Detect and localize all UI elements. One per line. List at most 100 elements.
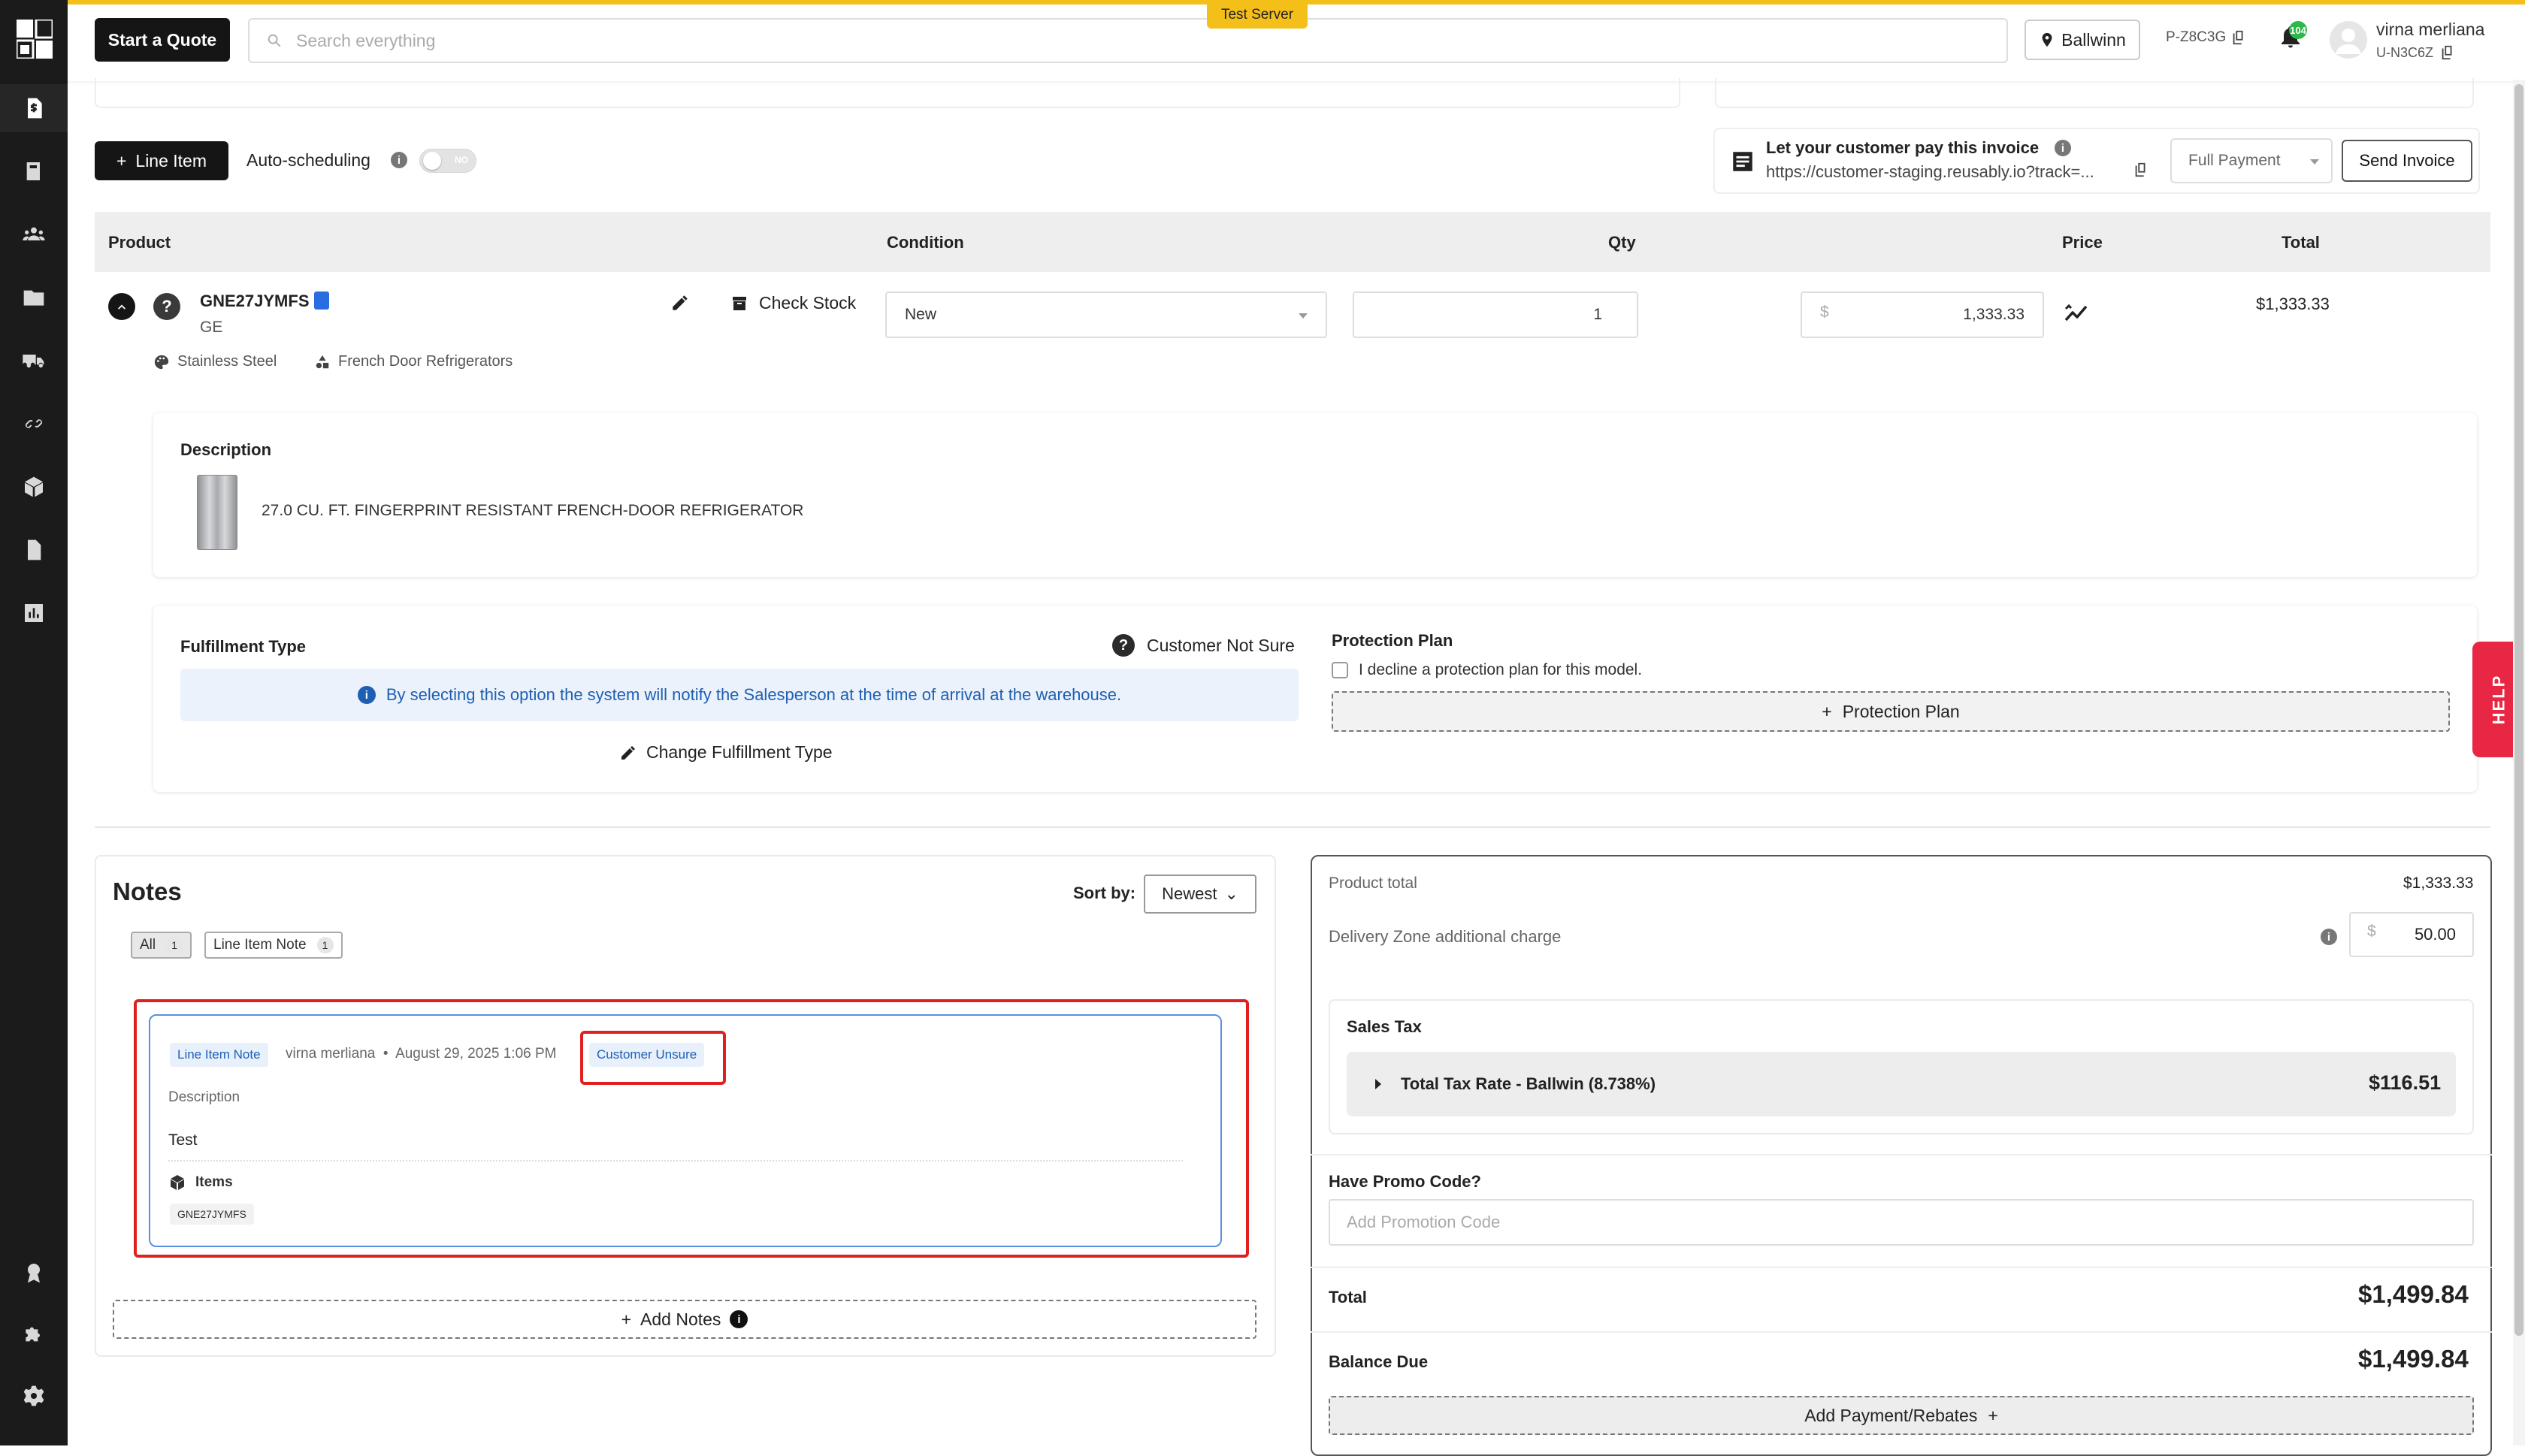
store-code: P-Z8C3G: [2166, 29, 2247, 47]
decline-protection-checkbox[interactable]: [1332, 662, 1348, 678]
chart-icon[interactable]: [19, 598, 49, 628]
pencil-icon[interactable]: [670, 293, 690, 313]
tax-rate-label: Total Tax Rate - Ballwin (8.738%): [1401, 1074, 1656, 1093]
fulfillment-status-text: Customer Not Sure: [1147, 635, 1295, 655]
location-button[interactable]: Ballwinn: [2025, 20, 2140, 60]
puzzle-icon[interactable]: [19, 1319, 49, 1349]
filter-chip-all[interactable]: All 1: [131, 932, 192, 959]
add-payment-label: Add Payment/Rebates: [1804, 1405, 1978, 1425]
change-fulfillment-button[interactable]: Change Fulfillment Type: [619, 742, 833, 763]
fulfillment-notice: i By selecting this option the system wi…: [180, 669, 1299, 721]
finish-label: Stainless Steel: [177, 353, 277, 370]
location-label: Ballwinn: [2061, 29, 2126, 50]
people-icon[interactable]: [19, 219, 49, 249]
box-icon[interactable]: [19, 472, 49, 502]
collapse-row-button[interactable]: [108, 293, 135, 320]
product-total-value: $1,333.33: [2403, 875, 2474, 892]
note-divider: [168, 1160, 1183, 1161]
price-currency-symbol: $: [1820, 304, 1829, 321]
archive-icon: [733, 296, 746, 310]
sort-label: Sort by:: [1073, 884, 1136, 902]
question-icon: ?: [1112, 634, 1135, 657]
line-items-table-header: [95, 212, 2490, 272]
map-pin-icon: [2042, 32, 2052, 47]
add-notes-button[interactable]: + Add Notes i: [113, 1300, 1256, 1339]
note-date: August 29, 2025 1:06 PM: [395, 1046, 557, 1062]
question-icon[interactable]: ?: [153, 293, 180, 320]
invoice-url[interactable]: https://customer-staging.reusably.io?tra…: [1766, 162, 2094, 182]
protection-plan-label: Protection Plan: [1332, 631, 1453, 650]
description-card: [153, 413, 2477, 577]
copy-icon[interactable]: [2133, 161, 2149, 179]
description-label: Description: [180, 440, 272, 459]
folder-icon[interactable]: [19, 282, 49, 313]
chevron-down-icon: ⌄: [1224, 884, 1238, 903]
filter-chip-count: 1: [316, 937, 334, 953]
store-code-text: P-Z8C3G: [2166, 29, 2227, 45]
decline-protection-row[interactable]: I decline a protection plan for this mod…: [1332, 661, 1642, 679]
start-quote-button[interactable]: Start a Quote: [95, 18, 230, 62]
plus-icon: +: [621, 1309, 632, 1329]
previous-section-card-right: [1715, 78, 2474, 108]
copy-icon[interactable]: [2439, 44, 2456, 62]
filter-chip-line-item-note[interactable]: Line Item Note 1: [204, 932, 343, 959]
promo-code-input[interactable]: Add Promotion Code: [1329, 1199, 2474, 1246]
plus-icon: +: [1822, 701, 1832, 721]
avatar[interactable]: [2330, 21, 2367, 59]
column-header-qty: Qty: [1608, 233, 1636, 252]
truck-icon[interactable]: [19, 346, 49, 376]
info-icon[interactable]: i: [391, 152, 407, 168]
copy-icon[interactable]: [2230, 29, 2247, 47]
fulfillment-notice-text: By selecting this option the system will…: [386, 685, 1122, 704]
note-items-header: Items: [168, 1174, 233, 1192]
dollar-document-icon[interactable]: [19, 93, 49, 123]
add-line-item-button[interactable]: + Line Item: [95, 141, 228, 180]
add-line-item-label: Line Item: [135, 150, 207, 171]
search-icon: [268, 34, 281, 47]
condition-select[interactable]: New: [885, 292, 1327, 338]
add-protection-plan-button[interactable]: + Protection Plan: [1332, 691, 2450, 732]
gear-icon[interactable]: [19, 1381, 49, 1411]
payment-option-select[interactable]: Full Payment: [2170, 138, 2333, 183]
user-name[interactable]: virna merliana: [2376, 20, 2484, 40]
summary-divider: [1311, 1267, 2492, 1268]
award-icon[interactable]: [19, 1258, 49, 1288]
add-notes-label: Add Notes: [640, 1309, 721, 1329]
total-label: Total: [1329, 1288, 1367, 1306]
info-icon[interactable]: i: [2321, 929, 2337, 945]
scrollbar-thumb[interactable]: [2514, 84, 2523, 1336]
auto-scheduling-toggle[interactable]: NO: [419, 149, 476, 173]
palette-icon: [154, 355, 169, 369]
category-tag: French Door Refrigerators: [314, 353, 513, 370]
finish-tag: Stainless Steel: [153, 353, 277, 370]
delivery-currency-symbol: $: [2367, 923, 2376, 940]
spec-document-icon[interactable]: [314, 292, 329, 310]
fulfillment-type-label: Fulfillment Type: [180, 637, 307, 656]
caret-right-icon[interactable]: [1375, 1079, 1381, 1089]
note-item-chip: GNE27JYMFS: [170, 1204, 254, 1225]
check-stock-button[interactable]: Check Stock: [730, 293, 856, 313]
add-payment-button[interactable]: Add Payment/Rebates +: [1329, 1396, 2474, 1435]
product-model[interactable]: GNE27JYMFS: [200, 292, 310, 311]
price-input[interactable]: 1,333.33: [1801, 292, 2044, 338]
promo-code-label: Have Promo Code?: [1329, 1172, 1481, 1191]
change-fulfillment-label: Change Fulfillment Type: [646, 742, 833, 762]
book-icon[interactable]: [19, 156, 49, 186]
app-logo[interactable]: [17, 20, 53, 59]
quantity-input[interactable]: 1: [1353, 292, 1638, 338]
price-trend-icon[interactable]: [2064, 302, 2091, 325]
check-stock-label: Check Stock: [759, 293, 857, 313]
section-divider: [95, 826, 2490, 828]
sort-select[interactable]: Newest ⌄: [1144, 875, 1256, 914]
link-icon[interactable]: [19, 409, 49, 439]
line-total: $1,333.33: [2256, 295, 2330, 313]
summary-divider: [1311, 1331, 2492, 1333]
document-icon[interactable]: [19, 535, 49, 565]
search-input[interactable]: Search everything: [248, 18, 2008, 63]
column-header-total: Total: [2282, 233, 2320, 252]
send-invoice-button[interactable]: Send Invoice: [2342, 140, 2472, 182]
info-icon[interactable]: i: [2055, 140, 2071, 156]
filter-chip-label: All: [140, 937, 156, 953]
info-icon: i: [357, 686, 376, 704]
invoice-title: Let your customer pay this invoice: [1766, 138, 2040, 157]
